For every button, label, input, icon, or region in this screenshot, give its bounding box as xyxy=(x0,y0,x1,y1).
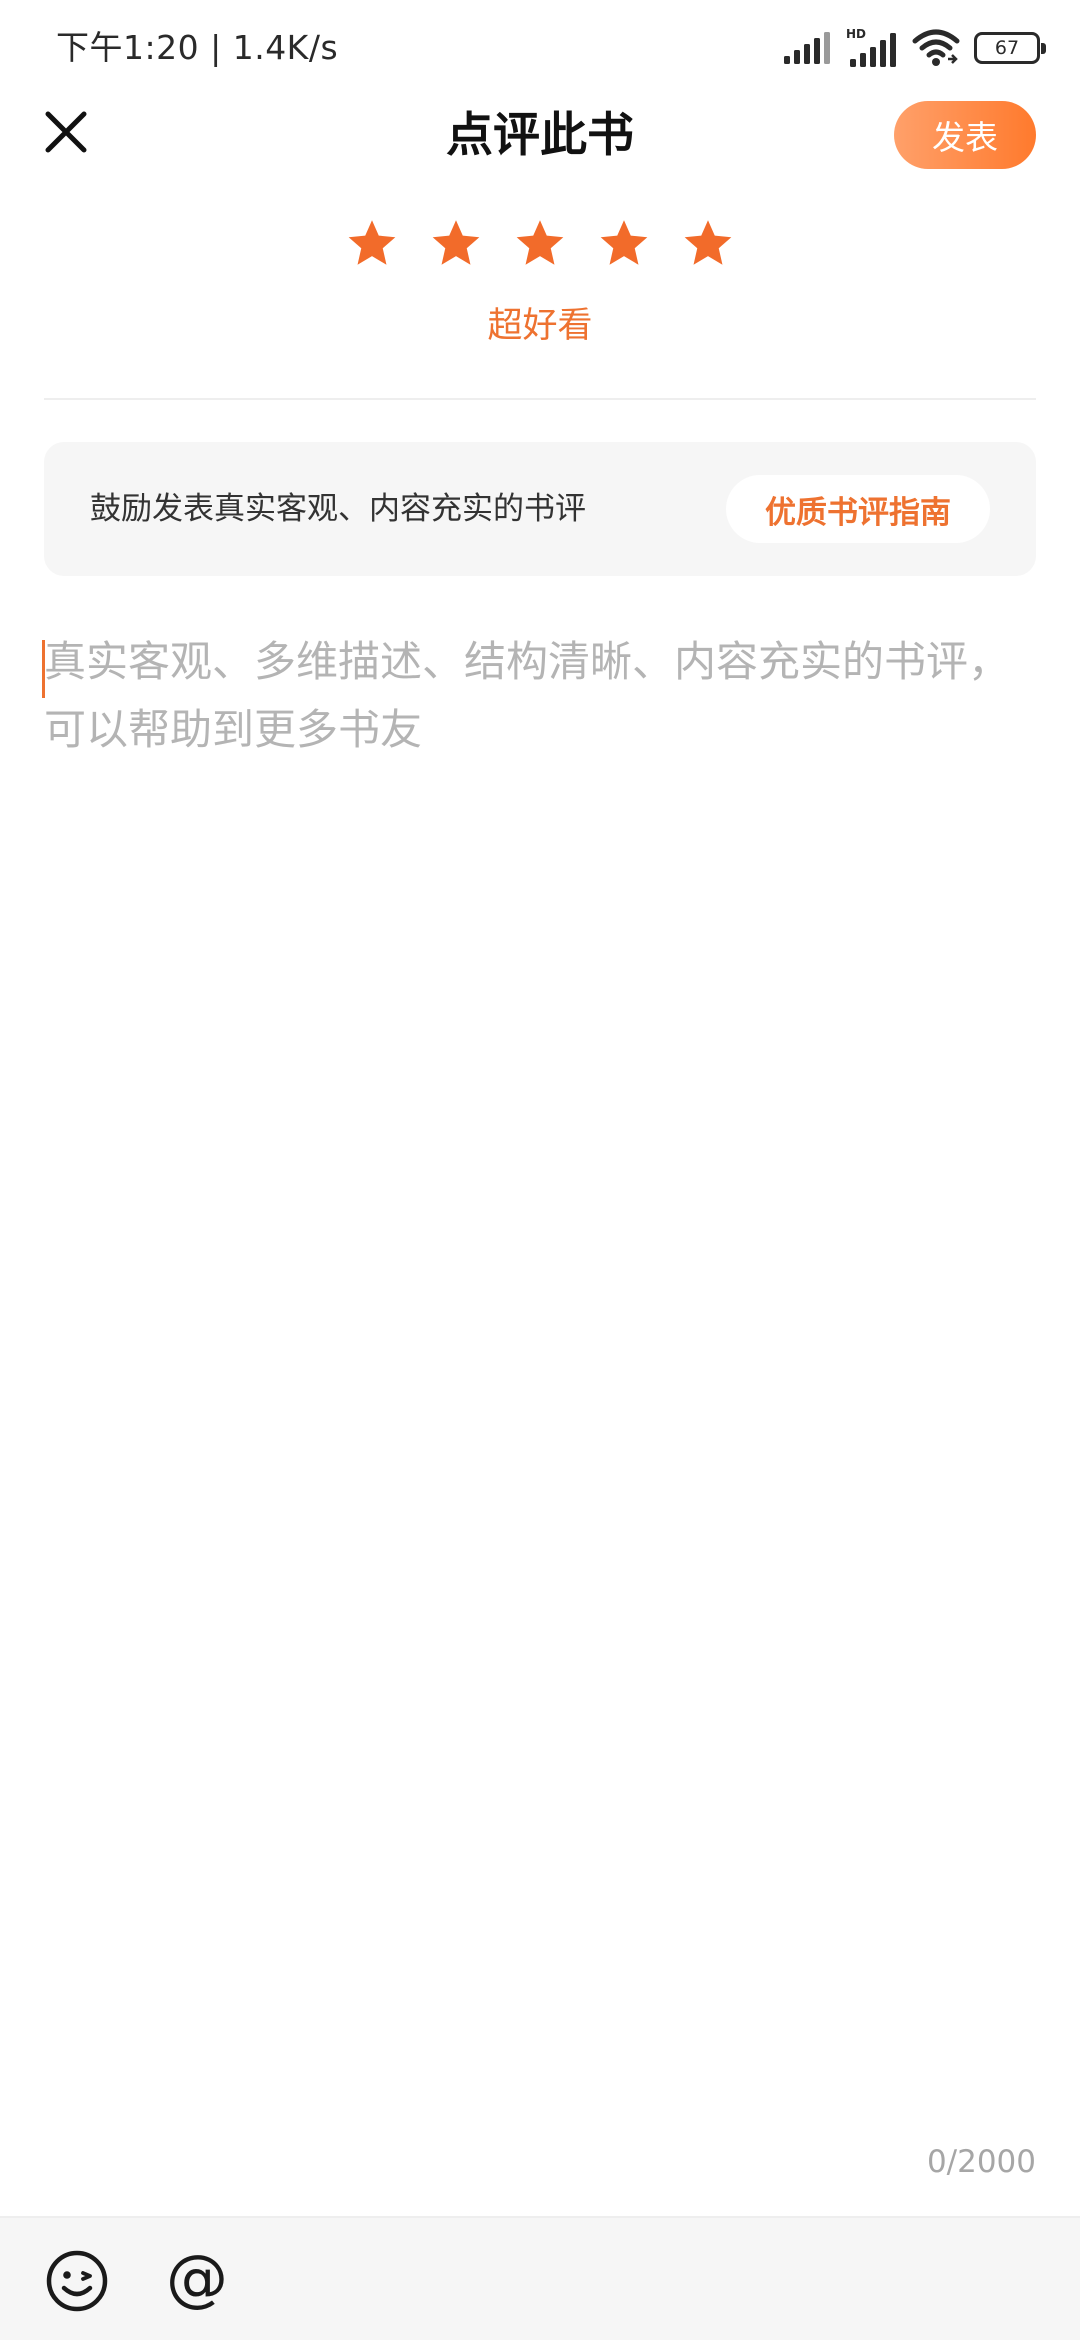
signal-icon xyxy=(784,32,830,64)
char-count: 0/2000 xyxy=(926,2144,1036,2180)
bottom-toolbar: @ xyxy=(0,2216,1080,2340)
rating-label: 超好看 xyxy=(487,306,593,346)
star-icon[interactable] xyxy=(512,216,568,272)
star-icon[interactable] xyxy=(344,216,400,272)
tips-box: 鼓励发表真实客观、内容充实的书评 优质书评指南 xyxy=(44,442,1036,576)
tips-text: 鼓励发表真实客观、内容充实的书评 xyxy=(90,491,586,527)
publish-button[interactable]: 发表 xyxy=(894,101,1036,169)
status-time-speed: 下午1:20 | 1.4K/s xyxy=(56,28,339,67)
text-cursor xyxy=(42,640,45,698)
status-bar: 下午1:20 | 1.4K/s HD 67 xyxy=(0,0,1080,96)
star-icon[interactable] xyxy=(680,216,736,272)
star-rating[interactable] xyxy=(0,216,1080,272)
star-icon[interactable] xyxy=(596,216,652,272)
status-icons: HD 67 xyxy=(782,26,1046,70)
battery-level: 67 xyxy=(994,37,1020,59)
star-icon[interactable] xyxy=(428,216,484,272)
hd-signal-icon: HD xyxy=(846,27,896,67)
battery-icon: 67 xyxy=(974,32,1046,64)
divider xyxy=(44,398,1036,400)
review-input[interactable] xyxy=(44,628,1036,2128)
hd-label: HD xyxy=(846,27,866,41)
review-guide-button[interactable]: 优质书评指南 xyxy=(726,475,990,543)
mention-button[interactable]: @ xyxy=(160,2238,234,2318)
review-screen: 下午1:20 | 1.4K/s HD 67 点评此书 发表 超好看 鼓励发表真实… xyxy=(0,0,1080,2340)
emoji-icon[interactable] xyxy=(44,2248,110,2314)
wifi-icon xyxy=(912,29,960,66)
